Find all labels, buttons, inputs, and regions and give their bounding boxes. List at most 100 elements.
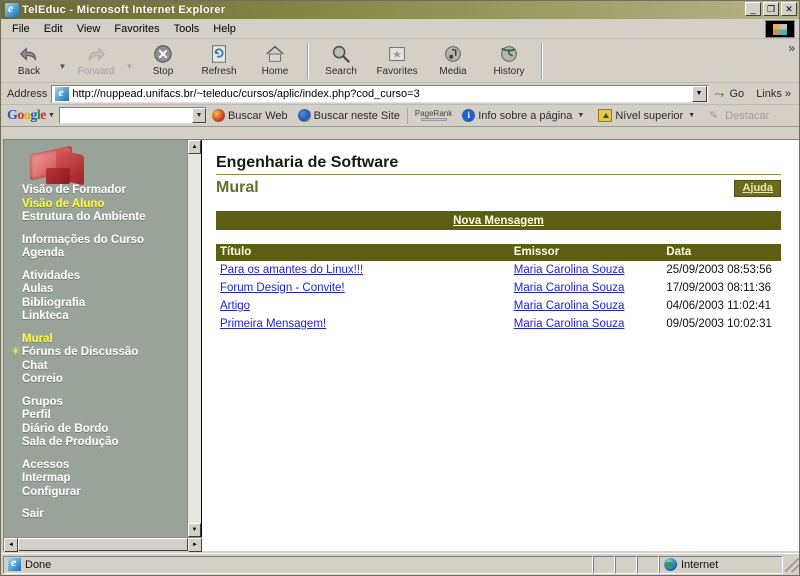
close-button[interactable]: ✕ <box>781 2 797 16</box>
address-input-wrap[interactable]: http://nuppead.unifacs.br/~teleduc/curso… <box>51 84 709 103</box>
minimize-button[interactable]: _ <box>745 2 761 16</box>
message-sender-link[interactable]: Maria Carolina Souza <box>514 282 625 294</box>
sidebar-item-foruns-discussao[interactable]: ✳ Fóruns de Discussão <box>11 346 187 360</box>
back-dropdown-arrow[interactable]: ▼ <box>57 62 68 71</box>
sidebar-item-diario-bordo[interactable]: Diário de Bordo <box>22 423 187 437</box>
table-row: Artigo Maria Carolina Souza 04/06/2003 1… <box>216 297 781 315</box>
scroll-track[interactable] <box>188 154 201 523</box>
search-button[interactable]: Search <box>313 41 369 77</box>
stop-button[interactable]: Stop <box>135 41 191 77</box>
google-buscar-web-label: Buscar Web <box>227 109 288 122</box>
security-zone-panel[interactable]: Internet <box>659 555 783 574</box>
sidebar-item-visao-formador[interactable]: Visão de Formador <box>22 184 187 198</box>
google-logo: Google <box>7 107 46 123</box>
info-icon: i <box>462 109 476 122</box>
page-viewport: Visão de Formador Visão de Aluno Estrutu… <box>3 139 799 552</box>
table-row: Primeira Mensagem! Maria Carolina Souza … <box>216 315 781 333</box>
sidebar-item-perfil[interactable]: Perfil <box>22 409 187 423</box>
new-message-link[interactable]: Nova Mensagem <box>453 215 544 227</box>
sidebar-item-acessos[interactable]: Acessos <box>22 459 187 473</box>
favorites-button[interactable]: Favorites <box>369 41 425 77</box>
message-title-link[interactable]: Primeira Mensagem! <box>220 318 326 330</box>
google-menu-caret-icon[interactable]: ▼ <box>46 112 59 119</box>
sidebar-item-agenda[interactable]: Agenda <box>22 247 187 261</box>
go-button[interactable]: ⤳ Go <box>709 88 751 100</box>
sidebar-item-estrutura-ambiente[interactable]: Estrutura do Ambiente <box>22 211 187 225</box>
google-search-input[interactable] <box>59 108 192 123</box>
sidebar-horizontal-scrollbar[interactable]: ◄ ► <box>4 537 202 552</box>
column-header-titulo[interactable]: Título <box>216 244 510 261</box>
scroll-right-button[interactable]: ► <box>188 538 202 552</box>
column-header-data[interactable]: Data <box>662 244 781 261</box>
status-message-panel: Done <box>3 555 593 574</box>
favorites-label: Favorites <box>376 66 418 77</box>
sidebar-item-sair[interactable]: Sair <box>22 508 187 522</box>
page-info-caret-icon[interactable]: ▼ <box>575 112 588 119</box>
sidebar-item-correio[interactable]: Correio <box>22 373 187 387</box>
menu-item-view[interactable]: View <box>70 21 108 37</box>
sidebar-item-atividades[interactable]: Atividades <box>22 270 187 284</box>
menu-item-help[interactable]: Help <box>206 21 243 37</box>
sidebar-item-label: Configurar <box>22 485 81 498</box>
toolbar-overflow-button[interactable]: » <box>788 41 795 55</box>
sidebar-item-chat[interactable]: Chat <box>22 360 187 374</box>
google-highlight-button[interactable]: ✎ Destacar <box>704 109 774 123</box>
refresh-button[interactable]: Refresh <box>191 41 247 77</box>
history-button[interactable]: History <box>481 41 537 77</box>
sidebar-item-label: Aulas <box>22 283 54 295</box>
message-title-link[interactable]: Para os amantes do Linux!!! <box>220 264 363 276</box>
sidebar-nav: Visão de Formador Visão de Aluno Estrutu… <box>4 140 187 551</box>
home-button[interactable]: Home <box>247 41 303 77</box>
sidebar-item-intermap[interactable]: Intermap <box>22 472 187 486</box>
up-level-icon <box>598 109 613 122</box>
sidebar-item-linkteca[interactable]: Linkteca <box>22 310 187 324</box>
message-title-link[interactable]: Forum Design - Convite! <box>220 282 345 294</box>
menu-item-tools[interactable]: Tools <box>167 21 207 37</box>
sidebar-item-visao-aluno[interactable]: Visão de Aluno <box>22 198 187 212</box>
address-input[interactable]: http://nuppead.unifacs.br/~teleduc/curso… <box>72 88 691 100</box>
forward-dropdown-arrow[interactable]: ▼ <box>124 62 135 71</box>
sidebar-item-aulas[interactable]: Aulas <box>22 283 187 297</box>
google-buscar-web-button[interactable]: Buscar Web <box>207 109 293 122</box>
media-button[interactable]: Media <box>425 41 481 77</box>
menu-item-favorites[interactable]: Favorites <box>107 21 166 37</box>
scroll-thumb-horizontal[interactable] <box>18 538 188 551</box>
scroll-down-button[interactable]: ▼ <box>188 523 201 537</box>
message-sender-link[interactable]: Maria Carolina Souza <box>514 264 625 276</box>
up-level-caret-icon[interactable]: ▼ <box>686 112 699 119</box>
column-header-emissor[interactable]: Emissor <box>509 244 663 261</box>
sidebar-item-configurar[interactable]: Configurar <box>22 486 187 500</box>
address-dropdown-button[interactable]: ▼ <box>691 85 707 102</box>
google-up-level-button[interactable]: Nível superior ▼ <box>593 109 704 122</box>
sidebar-item-label: Fóruns de Discussão <box>22 346 139 358</box>
sidebar-item-mural[interactable]: Mural <box>22 333 187 347</box>
google-search-dropdown-button[interactable]: ▼ <box>191 108 206 123</box>
back-button[interactable]: Back <box>1 41 57 77</box>
google-buscar-site-button[interactable]: Buscar neste Site <box>293 109 405 122</box>
forward-button[interactable]: Forward <box>68 41 124 77</box>
message-sender-link[interactable]: Maria Carolina Souza <box>514 300 625 312</box>
sidebar-item-grupos[interactable]: Grupos <box>22 396 187 410</box>
links-button[interactable]: Links » <box>750 88 797 100</box>
help-button[interactable]: Ajuda <box>734 179 781 197</box>
scroll-left-button[interactable]: ◄ <box>4 538 18 552</box>
cell-titulo: Forum Design - Convite! <box>216 279 510 297</box>
google-page-info-button[interactable]: i Info sobre a página ▼ <box>457 109 593 122</box>
message-sender-link[interactable]: Maria Carolina Souza <box>514 318 625 330</box>
sidebar-group: Mural ✳ Fóruns de Discussão Chat Correio <box>11 333 187 387</box>
message-title-link[interactable]: Artigo <box>220 300 250 312</box>
sidebar-item-sala-producao[interactable]: Sala de Produção <box>22 436 187 450</box>
menu-item-file[interactable]: File <box>5 21 37 37</box>
restore-button[interactable]: ❐ <box>763 2 779 16</box>
google-search-input-wrap[interactable]: ▼ <box>58 107 207 124</box>
sidebar-vertical-scrollbar[interactable]: ▲ ▼ <box>187 140 201 551</box>
new-message-bar[interactable]: Nova Mensagem <box>216 211 781 230</box>
sidebar-item-informacoes-curso[interactable]: Informações do Curso <box>22 234 187 248</box>
sidebar-item-bibliografia[interactable]: Bibliografia <box>22 297 187 311</box>
cell-titulo: Para os amantes do Linux!!! <box>216 261 510 279</box>
menu-item-edit[interactable]: Edit <box>37 21 70 37</box>
sidebar-item-label: Bibliografia <box>22 296 86 309</box>
resize-grip[interactable] <box>785 557 799 572</box>
search-site-icon <box>297 109 311 122</box>
scroll-up-button[interactable]: ▲ <box>188 140 201 154</box>
